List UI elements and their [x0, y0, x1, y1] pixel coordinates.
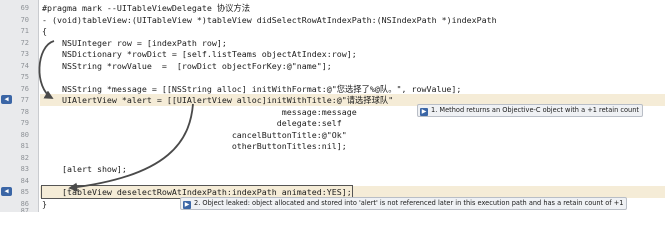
code-text: NSString *message = [[NSString alloc] in…	[42, 83, 462, 94]
code-line: 76 NSString *message = [[NSString alloc]…	[0, 83, 665, 95]
code-line: 72 NSUInteger row = [indexPath row];	[0, 37, 665, 49]
code-text: [alert show];	[42, 164, 127, 174]
line-number: 80	[20, 130, 29, 139]
line-number: 73	[20, 50, 29, 58]
line-number: 72	[20, 38, 29, 47]
code-text: UIAlertView *alert = [[UIAlertView alloc…	[42, 95, 394, 105]
note-text: Object leaked: object allocated and stor…	[202, 199, 624, 207]
line-number: 71	[20, 27, 29, 35]
code-line: 80 cancelButtonTitle:@"Ok"	[0, 129, 665, 141]
line-number: 75	[20, 73, 29, 81]
line-number: 84	[20, 176, 29, 185]
code-text: message:message	[42, 106, 357, 117]
code-text: - (void)tableView:(UITableView *)tableVi…	[42, 14, 497, 25]
code-line: 79 delegate:self	[0, 117, 665, 129]
line-number: 76	[20, 84, 29, 93]
analyzer-note-retain[interactable]: ▶ 1. Method returns an Objective-C object…	[417, 104, 643, 117]
code-text: #pragma mark --UITableViewDelegate 协议方法	[42, 3, 251, 13]
line-number: 74	[20, 61, 29, 70]
code-line: 75	[0, 71, 665, 83]
note-text: Method returns an Objective-C object wit…	[439, 106, 639, 114]
analyzer-step-icon: ▶	[183, 201, 191, 209]
code-line: 81 otherButtonTitles:nil];	[0, 140, 665, 152]
line-number: 70	[20, 15, 29, 24]
code-text: {	[42, 26, 47, 36]
line-number: 69	[20, 4, 29, 12]
code-line: 84	[0, 175, 665, 187]
code-line: 69 #pragma mark --UITableViewDelegate 协议…	[0, 2, 665, 14]
code-line: 74 NSString *rowValue = [rowDict objectF…	[0, 60, 665, 72]
line-number: 78	[20, 107, 29, 116]
line-number: 85	[20, 188, 29, 196]
line-number: 79	[20, 119, 29, 127]
analyzer-step-icon: ▶	[420, 108, 428, 116]
code-line: 73 NSDictionary *rowDict = [self.listTea…	[0, 48, 665, 60]
code-line: 82	[0, 152, 665, 164]
code-text: NSDictionary *rowDict = [self.listTeams …	[42, 49, 357, 59]
line-number: 77	[20, 96, 29, 104]
code-editor: 69 #pragma mark --UITableViewDelegate 协议…	[0, 0, 665, 212]
code-line: 83 [alert show];	[0, 163, 665, 175]
analyzer-note-leak[interactable]: ▶ 2. Object leaked: object allocated and …	[180, 197, 628, 210]
code-text: NSString *rowValue = [rowDict objectForK…	[42, 60, 332, 71]
line-number: 83	[20, 165, 29, 173]
note-index: 2.	[194, 199, 201, 207]
code-line: 70 - (void)tableView:(UITableView *)tabl…	[0, 14, 665, 26]
code-line: 71 {	[0, 25, 665, 37]
code-text: delegate:self	[42, 118, 342, 128]
line-number: 87	[20, 207, 29, 212]
line-number: 81	[20, 142, 29, 150]
note-index: 1.	[431, 106, 438, 114]
code-text: NSUInteger row = [indexPath row];	[42, 37, 227, 48]
code-text: otherButtonTitles:nil];	[42, 141, 347, 151]
code-text: cancelButtonTitle:@"Ok"	[42, 129, 347, 140]
line-number: 82	[20, 153, 29, 162]
